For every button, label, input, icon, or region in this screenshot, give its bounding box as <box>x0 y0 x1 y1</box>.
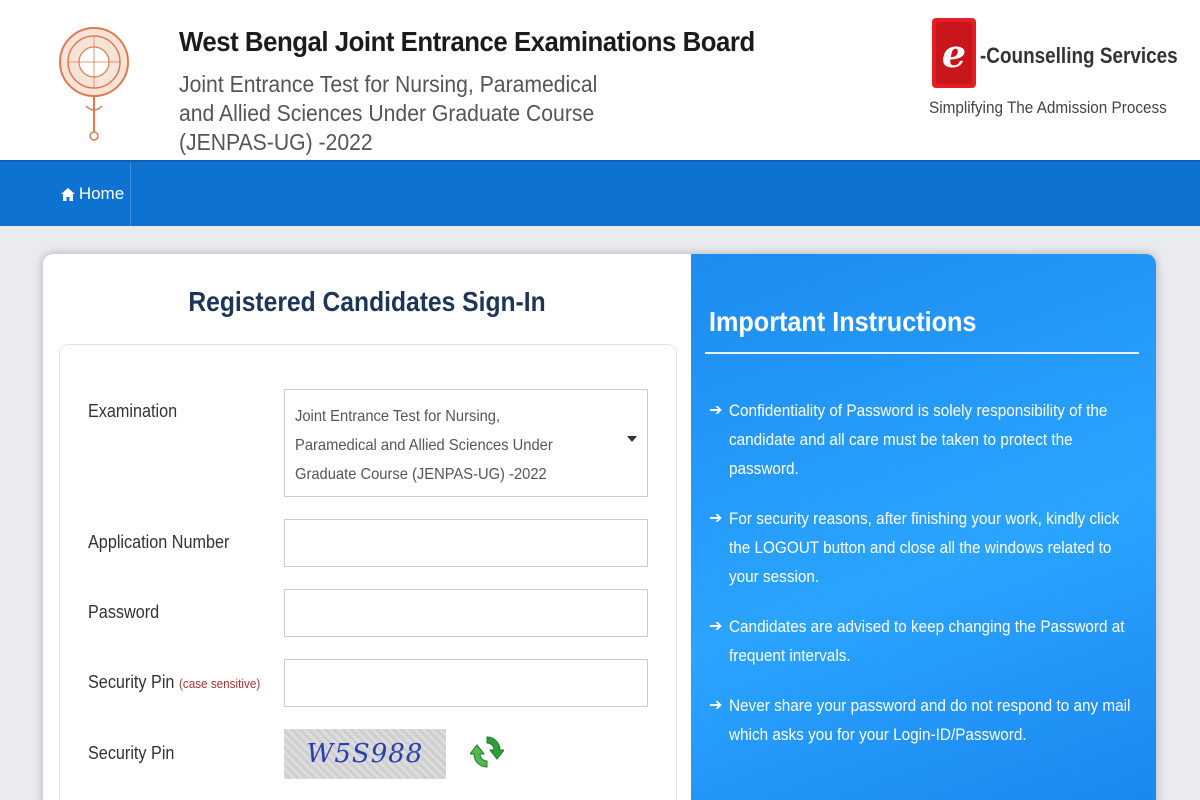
instruction-text: Never share your password and do not res… <box>729 696 1131 744</box>
examination-selected-value: Joint Entrance Test for Nursing, Paramed… <box>295 408 553 483</box>
instruction-text: For security reasons, after finishing yo… <box>729 509 1120 586</box>
arrow-right-icon: ➔ <box>709 402 723 419</box>
exam-subtitle: Joint Entrance Test for Nursing, Paramed… <box>179 71 598 155</box>
instruction-text: Candidates are advised to keep changing … <box>729 617 1125 665</box>
arrow-right-icon: ➔ <box>709 697 723 714</box>
e-counselling-brand: -Counselling Services <box>980 43 1178 68</box>
arrow-right-icon: ➔ <box>709 510 723 527</box>
instruction-item: ➔ Confidentiality of Password is solely … <box>709 396 1149 483</box>
instructions-title: Important Instructions <box>709 306 977 337</box>
application-number-label: Application Number <box>88 532 230 552</box>
password-label: Password <box>88 602 160 622</box>
examination-label: Examination <box>88 401 178 421</box>
case-sensitive-note: (case sensitive) <box>178 676 261 691</box>
signin-title: Registered Candidates Sign-In <box>188 286 546 317</box>
instruction-item: ➔ Candidates are advised to keep changin… <box>709 612 1149 670</box>
home-icon <box>60 187 75 201</box>
main-navbar: Home <box>0 160 1200 226</box>
signin-card: Registered Candidates Sign-In Examinatio… <box>43 254 1156 800</box>
captcha-label: Security Pin <box>88 743 175 763</box>
instruction-item: ➔ For security reasons, after finishing … <box>709 504 1149 591</box>
examination-select[interactable]: Joint Entrance Test for Nursing, Paramed… <box>284 389 648 497</box>
nav-home-label: Home <box>78 184 125 203</box>
wbjeeb-emblem-icon <box>59 27 129 141</box>
arrow-right-icon: ➔ <box>709 618 723 635</box>
instruction-text: Confidentiality of Password is solely re… <box>729 401 1108 478</box>
captcha-text: W5S988 <box>306 739 424 769</box>
instructions-divider <box>705 352 1139 354</box>
security-pin-label-text: Security Pin <box>88 672 175 692</box>
password-input[interactable] <box>284 589 648 637</box>
application-number-input[interactable] <box>284 519 648 567</box>
svg-text:e: e <box>942 31 966 76</box>
board-title: West Bengal Joint Entrance Examinations … <box>179 26 755 57</box>
e-counselling-tagline: Simplifying The Admission Process <box>929 98 1167 117</box>
instructions-panel: Important Instructions ➔ Confidentiality… <box>691 254 1156 800</box>
nav-home-link[interactable]: Home <box>55 162 131 226</box>
captcha-image: W5S988 <box>284 729 446 779</box>
signin-panel: Registered Candidates Sign-In Examinatio… <box>43 254 691 800</box>
security-pin-input-label: Security Pin (case sensitive) <box>88 672 260 693</box>
refresh-icon[interactable] <box>470 731 504 773</box>
caret-down-icon <box>627 436 637 442</box>
e-counselling-logo-icon: e <box>932 18 976 88</box>
instruction-item: ➔ Never share your password and do not r… <box>709 691 1149 749</box>
instructions-list: ➔ Confidentiality of Password is solely … <box>709 396 1149 770</box>
signin-form: Examination Joint Entrance Test for Nurs… <box>59 344 677 800</box>
security-pin-input[interactable] <box>284 659 648 707</box>
page-header: West Bengal Joint Entrance Examinations … <box>0 0 1200 160</box>
